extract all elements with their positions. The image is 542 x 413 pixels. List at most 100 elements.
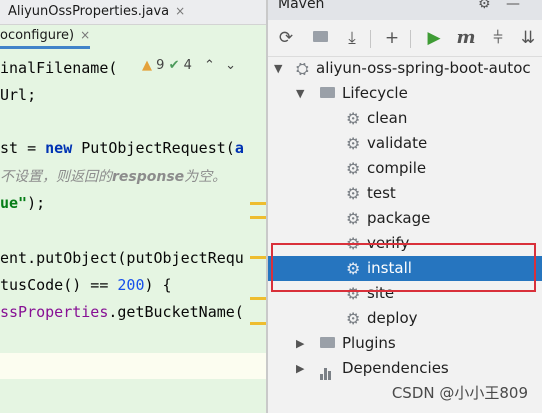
- code-text: tusCode() ==: [0, 276, 118, 294]
- tree-item-goal-compile[interactable]: ⚙ compile: [268, 156, 542, 181]
- next-highlight-icon[interactable]: ⌄: [225, 58, 236, 73]
- chevron-down-icon[interactable]: ▼: [296, 81, 304, 106]
- chevron-right-icon[interactable]: ▶: [296, 356, 304, 381]
- project-label: aliyun-oss-spring-boot-autoc: [316, 59, 531, 77]
- tree-item-goal-test[interactable]: ⚙ test: [268, 181, 542, 206]
- folder-icon: [320, 81, 335, 106]
- code-editor[interactable]: AliyunOssProperties.java × oconfigure) × i…: [0, 0, 268, 413]
- tree-item-goal-clean[interactable]: ⚙ clean: [268, 106, 542, 131]
- code-comment-line: 不设置，则返回的response为空。: [0, 163, 226, 190]
- maven-toolbar: ⟳ ⤓ + ▶ m ⫩ ⇊: [268, 20, 542, 57]
- toolbar-separator: [370, 30, 371, 48]
- goal-label: package: [367, 209, 431, 227]
- code-text: ent.putObject(putObjectRequ: [0, 249, 244, 267]
- code-text: .getBucketName(: [108, 303, 244, 321]
- dependencies-label: Dependencies: [342, 359, 449, 377]
- goal-label: site: [367, 284, 395, 302]
- goal-label: clean: [367, 109, 408, 127]
- string-literal: ue": [0, 194, 28, 212]
- goal-label: install: [367, 259, 412, 277]
- close-icon[interactable]: ×: [80, 28, 90, 42]
- tab-label: AliyunOssProperties.java: [8, 4, 170, 19]
- gutter-marker: [250, 322, 266, 325]
- tree-item-goal-install[interactable]: ⚙ install: [268, 256, 542, 281]
- run-icon[interactable]: ▶: [422, 26, 446, 50]
- tab-autoconfigure[interactable]: oconfigure) ×: [0, 24, 91, 49]
- minimize-icon[interactable]: —: [506, 0, 520, 12]
- generate-sources-icon[interactable]: [308, 26, 332, 50]
- code-line: tusCode() == 200) {: [0, 272, 172, 299]
- skip-tests-icon[interactable]: ⫩: [486, 26, 510, 50]
- goal-label: compile: [367, 159, 427, 177]
- code-line: st = new PutObjectRequest(a: [0, 135, 244, 162]
- folder-icon: [320, 331, 335, 356]
- warning-count: 9: [156, 58, 165, 73]
- code-text: inalFilename(: [0, 59, 118, 77]
- download-icon[interactable]: ⤓: [340, 26, 364, 50]
- keyword: new: [45, 139, 73, 157]
- code-line: ent.putObject(putObjectRequ: [0, 245, 244, 272]
- check-count: 4: [183, 58, 192, 73]
- lifecycle-label: Lifecycle: [342, 84, 408, 102]
- tree-item-dependencies[interactable]: ▶ Dependencies: [268, 356, 542, 381]
- editor-tab-bar: AliyunOssProperties.java × oconfigure) ×: [0, 0, 268, 49]
- gear-icon: ⚙: [346, 184, 361, 203]
- tree-item-project[interactable]: ▼ ⛭ aliyun-oss-spring-boot-autoc: [268, 56, 542, 81]
- add-icon[interactable]: +: [380, 26, 404, 50]
- tree-item-goal-deploy[interactable]: ⚙ deploy: [268, 306, 542, 331]
- tab-label: oconfigure): [0, 28, 75, 43]
- code-text: );: [27, 194, 46, 212]
- tree-item-plugins[interactable]: ▶ Plugins: [268, 331, 542, 356]
- goal-label: test: [367, 184, 396, 202]
- comment: response: [112, 169, 185, 185]
- tree-item-goal-verify[interactable]: ⚙ verify: [268, 231, 542, 256]
- code-line: ssProperties.getBucketName(: [0, 299, 244, 326]
- goal-label: verify: [367, 234, 410, 252]
- gutter-marker: [250, 202, 266, 205]
- code-text: st =: [0, 139, 46, 157]
- gear-icon: ⚙: [346, 159, 361, 178]
- toolbar-separator: [410, 30, 411, 48]
- goal-label: validate: [367, 134, 428, 152]
- code-text: ) {: [144, 276, 172, 294]
- chevron-right-icon[interactable]: ▶: [296, 331, 304, 356]
- gutter-marker: [250, 256, 266, 259]
- maven-title: Maven: [278, 0, 325, 12]
- gear-icon: ⚙: [346, 209, 361, 228]
- close-icon[interactable]: ×: [175, 4, 185, 18]
- field-name: ssProperties: [0, 303, 109, 321]
- code-line: inalFilename(: [0, 55, 117, 82]
- code-line: Url;: [0, 82, 36, 109]
- comment: 不设置，则返回的: [0, 169, 112, 185]
- chevron-down-icon[interactable]: ▼: [274, 56, 282, 81]
- code-text: Url;: [0, 86, 37, 104]
- gear-icon[interactable]: ⚙: [478, 0, 491, 12]
- maven-header: Maven ⚙ —: [268, 0, 542, 20]
- number-literal: 200: [117, 276, 145, 294]
- dependencies-icon: [320, 356, 332, 382]
- inspection-widget[interactable]: ▲ 9 ✔ 4 ⌃ ⌄: [142, 58, 236, 73]
- gutter-marker: [250, 297, 266, 300]
- tree-item-goal-site[interactable]: ⚙ site: [268, 281, 542, 306]
- reload-icon[interactable]: ⟳: [274, 26, 298, 50]
- watermark: CSDN @小小王809: [391, 384, 528, 402]
- tree-item-lifecycle[interactable]: ▼ Lifecycle: [268, 81, 542, 106]
- plugins-label: Plugins: [342, 334, 396, 352]
- maven-tool-window: Maven ⚙ — ⟳ ⤓ + ▶ m ⫩ ⇊ ▼ ⛭ aliyun-oss-s…: [268, 0, 542, 413]
- execute-goal-icon[interactable]: m: [454, 26, 478, 50]
- prev-highlight-icon[interactable]: ⌃: [204, 58, 215, 73]
- warning-icon: ▲: [142, 58, 152, 73]
- tab-aliyun-oss-properties[interactable]: AliyunOssProperties.java ×: [8, 0, 185, 24]
- gear-icon: ⚙: [346, 109, 361, 128]
- current-line-highlight: [0, 353, 268, 379]
- gear-icon: ⚙: [346, 134, 361, 153]
- gear-icon: ⚙: [346, 284, 361, 303]
- collapse-icon[interactable]: ⇊: [516, 26, 540, 50]
- gutter-marker: [250, 216, 266, 219]
- tree-item-goal-package[interactable]: ⚙ package: [268, 206, 542, 231]
- check-icon: ✔: [168, 58, 180, 73]
- tree-item-goal-validate[interactable]: ⚙ validate: [268, 131, 542, 156]
- gear-icon: ⚙: [346, 234, 361, 253]
- goal-label: deploy: [367, 309, 418, 327]
- gear-icon: ⚙: [346, 259, 361, 278]
